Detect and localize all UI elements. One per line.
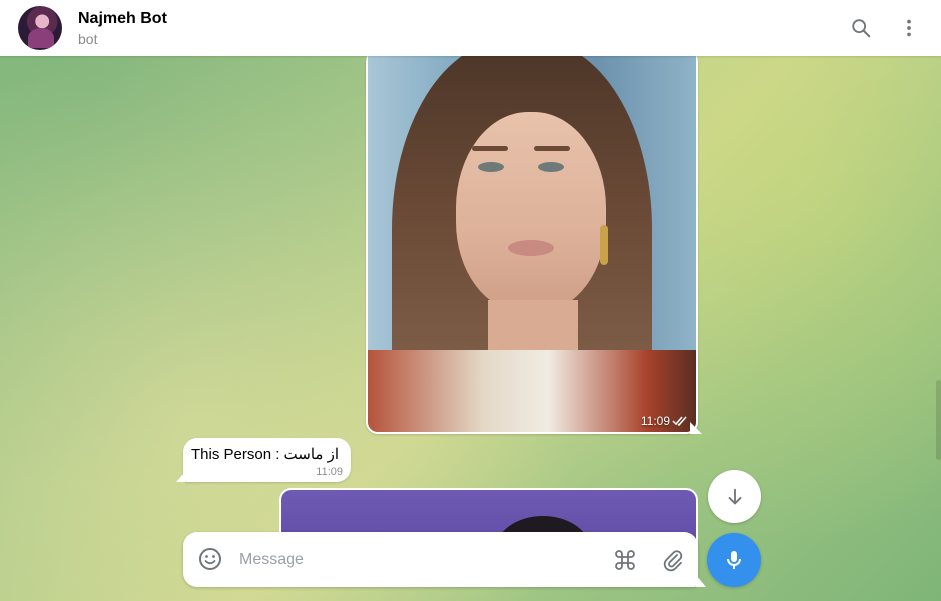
search-button[interactable]: [847, 14, 875, 42]
voice-record-button[interactable]: [707, 533, 761, 587]
bubble-tail: [690, 422, 702, 434]
message-text: از ماست : This Person: [191, 446, 340, 463]
arrow-down-icon: [728, 488, 741, 504]
attach-button[interactable]: [659, 546, 687, 574]
message-composer: [183, 532, 706, 587]
avatar[interactable]: [18, 6, 62, 50]
chat-header: Najmeh Bot bot: [0, 0, 941, 56]
microphone-icon: [727, 551, 741, 569]
paperclip-icon: [663, 550, 683, 572]
more-options-button[interactable]: [895, 14, 923, 42]
double-check-icon: [672, 416, 687, 427]
message-input[interactable]: [237, 546, 591, 574]
scrollbar[interactable]: [936, 380, 941, 460]
more-vertical-icon: [907, 19, 911, 37]
command-icon: [615, 550, 635, 570]
chat-subtitle: bot: [78, 31, 98, 47]
text-message[interactable]: از ماست : This Person 11:09: [176, 438, 351, 482]
message-time: 11:09: [640, 414, 670, 428]
scroll-to-bottom-button[interactable]: [708, 470, 761, 523]
chat-info[interactable]: Najmeh Bot bot: [78, 10, 167, 48]
photo-message[interactable]: 11:09: [366, 50, 698, 434]
emoji-button[interactable]: [197, 546, 223, 572]
search-icon: [852, 19, 871, 38]
chat-title: Najmeh Bot: [78, 10, 167, 27]
message-meta: 11:09: [641, 414, 690, 428]
message-photo[interactable]: [368, 50, 696, 432]
emoji-smile-icon: [199, 548, 221, 570]
message-time: 11:09: [316, 466, 343, 478]
bot-commands-button[interactable]: [611, 546, 639, 574]
